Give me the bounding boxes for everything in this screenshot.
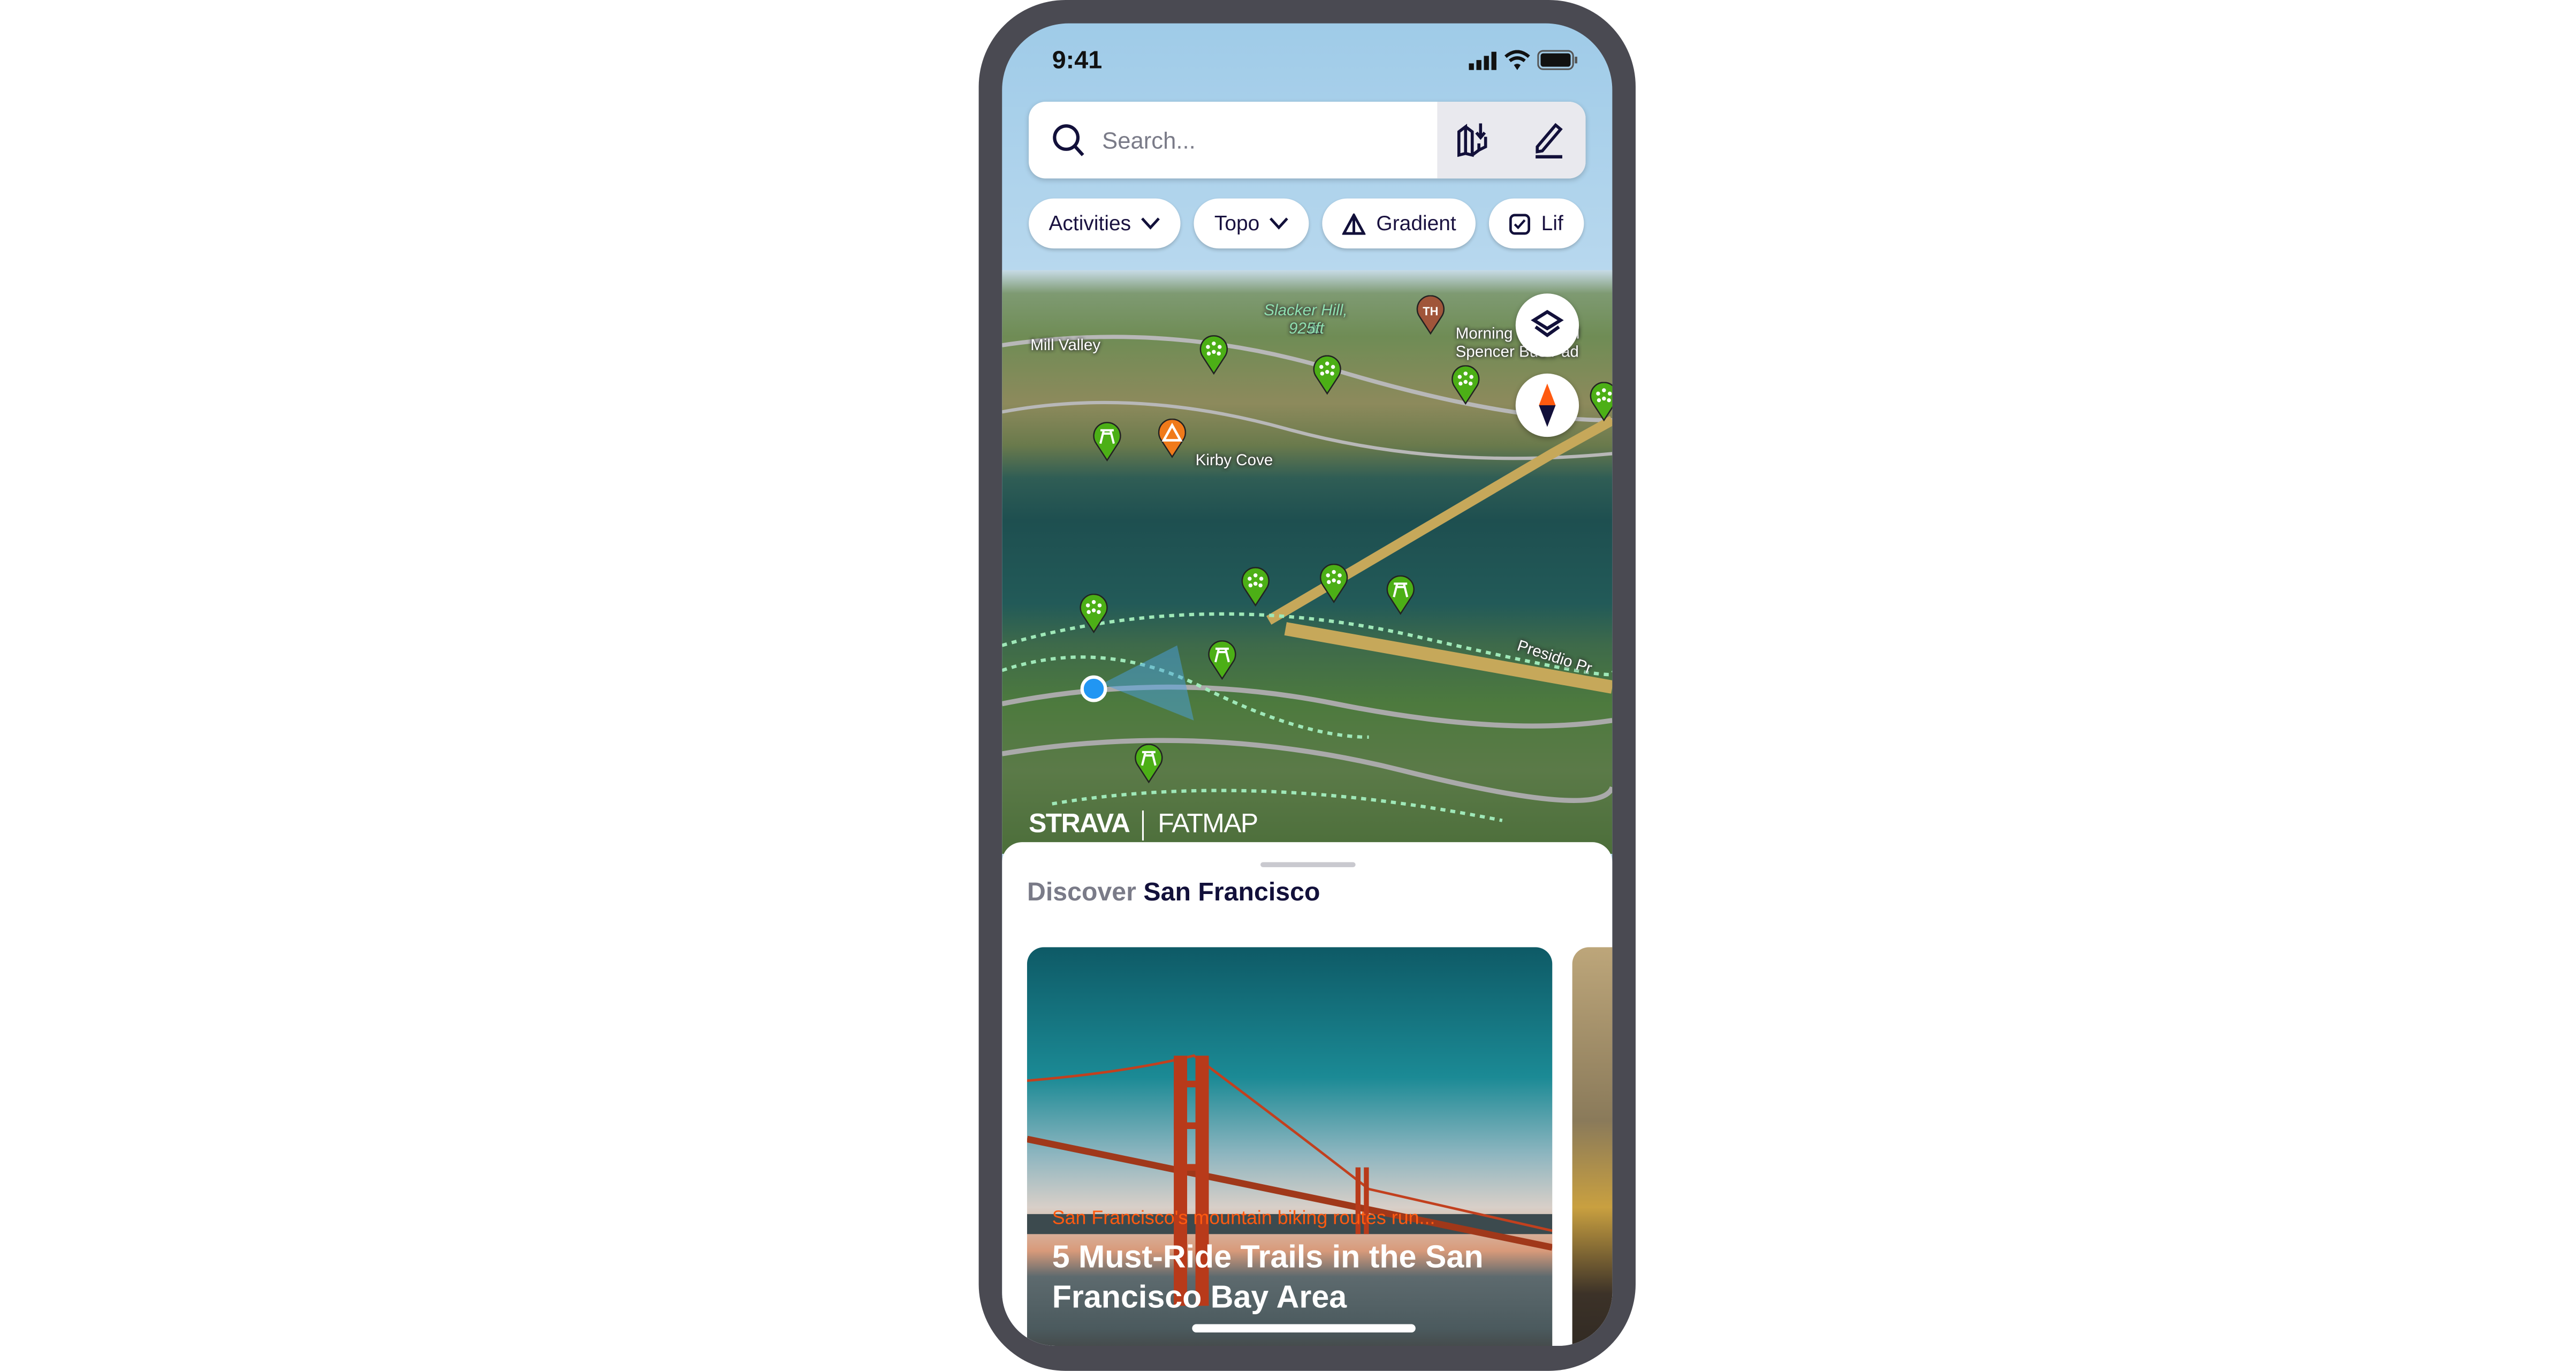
chevron-down-icon	[1142, 217, 1160, 230]
viewpoint-pin-icon[interactable]	[1450, 365, 1480, 405]
discover-heading: Discover San Francisco	[1027, 879, 1320, 909]
sheet-grabber[interactable]	[1260, 862, 1356, 867]
filter-gradient[interactable]: Gradient	[1323, 198, 1477, 249]
fatmap-logo: FATMAP	[1158, 810, 1258, 839]
article-card-next[interactable]	[1572, 947, 1613, 1346]
map-label-mill-valley: Mill Valley	[1030, 337, 1101, 355]
gradient-triangle-icon	[1343, 213, 1366, 234]
article-title: 5 Must-Ride Trails in the San Francisco …	[1052, 1240, 1484, 1316]
discover-place: San Francisco	[1143, 878, 1320, 907]
filter-lifts[interactable]: Lif	[1490, 198, 1584, 249]
pencil-icon[interactable]	[1530, 122, 1567, 158]
picnic-pin-icon[interactable]	[1386, 575, 1416, 616]
discover-prefix: Discover	[1027, 878, 1136, 907]
trailhead-pin-icon[interactable]: TH	[1416, 295, 1446, 335]
filter-topo[interactable]: Topo	[1194, 198, 1310, 249]
map-label-slacker-hill: Slacker Hill,	[1264, 301, 1348, 321]
chevron-down-icon	[1270, 217, 1289, 230]
article-kicker: San Francisco's mountain biking routes r…	[1052, 1209, 1435, 1229]
wifi-icon	[1504, 50, 1530, 70]
viewpoint-pin-icon[interactable]	[1079, 593, 1109, 634]
map-view[interactable]: Mill Valley Slacker Hill, 925ft Morning …	[1002, 270, 1613, 854]
status-time: 9:41	[1052, 46, 1103, 74]
viewpoint-pin-icon[interactable]	[1241, 567, 1271, 607]
home-indicator	[1192, 1324, 1416, 1333]
filter-label: Topo	[1214, 211, 1260, 236]
article-card[interactable]: San Francisco's mountain biking routes r…	[1027, 947, 1553, 1346]
map-download-icon[interactable]	[1456, 122, 1493, 158]
strava-fatmap-logo: STRAVA FATMAP	[1029, 810, 1258, 841]
phone-frame: 9:41 Search... Activities Topo Gradient …	[978, 0, 1636, 1371]
search-input[interactable]: Search...	[1102, 127, 1437, 154]
filter-label: Lif	[1541, 211, 1563, 236]
screen: 9:41 Search... Activities Topo Gradient …	[1002, 23, 1613, 1346]
picnic-pin-icon[interactable]	[1134, 744, 1164, 784]
picnic-pin-icon[interactable]	[1092, 422, 1122, 462]
battery-icon	[1537, 50, 1577, 70]
picnic-pin-icon[interactable]	[1207, 640, 1237, 680]
filter-activities[interactable]: Activities	[1029, 198, 1181, 249]
campsite-pin-icon[interactable]	[1157, 418, 1187, 459]
map-label-kirby-cove: Kirby Cove	[1195, 452, 1273, 471]
layers-button[interactable]	[1515, 293, 1579, 357]
compass-button[interactable]	[1515, 373, 1579, 437]
discover-sheet: Discover San Francisco San Francisco's m…	[1002, 842, 1613, 1346]
viewpoint-pin-icon[interactable]	[1319, 563, 1349, 604]
search-bar[interactable]: Search...	[1029, 102, 1586, 179]
status-bar: 9:41	[1052, 43, 1579, 77]
layers-icon	[1531, 309, 1564, 337]
current-location-dot	[1080, 675, 1107, 702]
filter-label: Gradient	[1376, 211, 1456, 236]
strava-logo: STRAVA	[1029, 810, 1130, 839]
svg-text:TH: TH	[1423, 305, 1438, 318]
checkbox-icon	[1510, 213, 1531, 234]
filter-chips: Activities Topo Gradient Lif	[1029, 198, 1584, 249]
viewpoint-pin-icon[interactable]	[1199, 335, 1229, 375]
filter-label: Activities	[1048, 211, 1131, 236]
viewpoint-pin-icon[interactable]	[1589, 382, 1613, 422]
signal-icon	[1469, 51, 1496, 70]
search-icon	[1053, 124, 1084, 156]
viewpoint-pin-icon[interactable]	[1312, 355, 1342, 396]
compass-icon	[1539, 383, 1556, 427]
map-label-slacker-elevation: 925ft	[1289, 320, 1324, 339]
